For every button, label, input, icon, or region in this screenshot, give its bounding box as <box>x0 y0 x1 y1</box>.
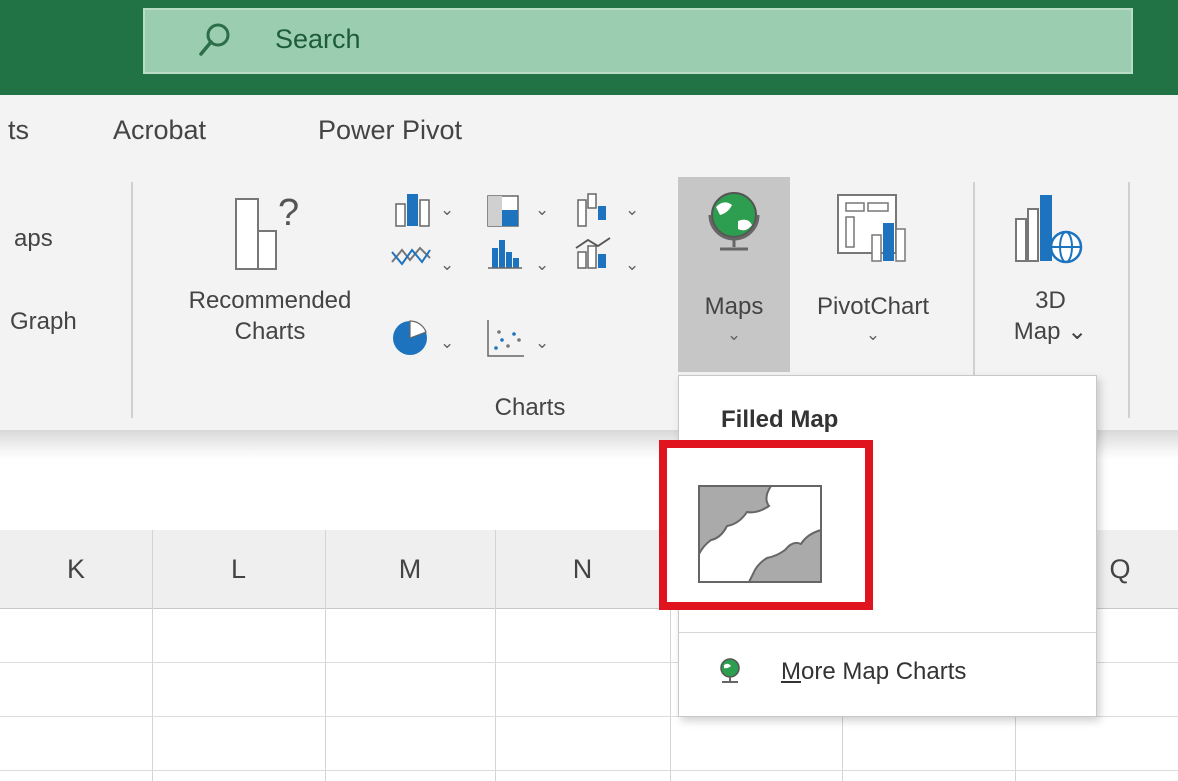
pivotchart-chevron: ⌄ <box>865 325 881 344</box>
column-header-n[interactable]: N <box>495 530 670 608</box>
more-maps-globe-icon <box>720 658 740 683</box>
title-bar: Search <box>0 0 1178 95</box>
grid-column-line <box>152 530 153 781</box>
pivotchart-button[interactable]: PivotChart ⌄ <box>792 185 954 375</box>
group-separator <box>131 182 133 418</box>
statistic-chart-dropdown[interactable]: ⌄ <box>535 255 549 275</box>
column-header-l[interactable]: L <box>152 530 325 608</box>
charts-group-label: Charts <box>494 394 566 421</box>
combo-chart-icon <box>575 237 611 269</box>
scatter-chart-icon <box>487 320 524 357</box>
recommended-charts-icon: ? <box>235 192 299 270</box>
waterfall-chart-dropdown[interactable]: ⌄ <box>625 200 639 220</box>
tab-power-pivot[interactable]: Power Pivot <box>318 115 462 146</box>
tab-partial[interactable]: ts <box>8 115 29 146</box>
ribbon-tabs: ts Acrobat Power Pivot <box>0 95 1178 170</box>
maps-chevron: ⌄ <box>726 325 742 344</box>
grid-row-line <box>0 770 1178 771</box>
more-map-charts-mnemonic: M <box>781 658 801 685</box>
line-chart-dropdown[interactable]: ⌄ <box>440 255 454 275</box>
more-map-charts-label-rest: ore Map Charts <box>801 658 967 685</box>
group-separator <box>1128 182 1130 418</box>
filled-map-heading: Filled Map <box>721 406 839 433</box>
recommended-charts-label-2: Charts <box>234 318 306 345</box>
statistic-chart-icon <box>488 240 522 269</box>
ribbon-partial-label-2[interactable]: Graph <box>10 306 77 337</box>
recommended-charts-button[interactable]: ? Recommended Charts <box>160 185 380 365</box>
globe-icon <box>708 192 760 251</box>
pivotchart-icon <box>837 194 906 262</box>
pie-chart-dropdown[interactable]: ⌄ <box>440 333 454 353</box>
search-label: Search <box>275 24 361 54</box>
column-header-m[interactable]: M <box>325 530 495 608</box>
grid-column-line <box>495 530 496 781</box>
hierarchy-chart-icon <box>487 195 519 227</box>
filled-map-option[interactable] <box>659 440 873 610</box>
more-map-charts-label: More Map Charts <box>781 658 966 686</box>
maps-button[interactable]: Maps ⌄ <box>678 177 790 372</box>
tab-acrobat[interactable]: Acrobat <box>113 115 206 146</box>
maps-dropdown: Filled Map More Map Charts <box>659 375 1097 717</box>
search-box[interactable]: Search <box>143 8 1133 74</box>
svg-text:?: ? <box>278 192 299 234</box>
more-map-charts-option[interactable]: More Map Charts <box>679 642 1096 708</box>
pie-chart-icon <box>393 320 427 355</box>
combo-chart-dropdown[interactable]: ⌄ <box>625 255 639 275</box>
3d-map-icon <box>1015 195 1083 264</box>
column-header-q[interactable]: Q <box>1095 530 1145 608</box>
column-chart-icon <box>395 194 430 227</box>
dropdown-separator <box>679 632 1096 633</box>
recommended-charts-label-1: Recommended <box>188 287 352 314</box>
waterfall-chart-icon <box>577 193 606 227</box>
column-header-k[interactable]: K <box>0 530 152 608</box>
3d-map-label-2: Map ⌄ <box>1013 318 1088 345</box>
scatter-chart-dropdown[interactable]: ⌄ <box>535 333 549 353</box>
filled-map-icon <box>698 485 822 583</box>
column-chart-dropdown[interactable]: ⌄ <box>440 200 454 220</box>
maps-label: Maps <box>704 293 764 320</box>
line-chart-icon <box>391 246 431 266</box>
pivotchart-label: PivotChart <box>816 293 930 320</box>
3d-map-label-1: 3D <box>1035 287 1066 314</box>
grid-column-line <box>325 530 326 781</box>
search-icon <box>199 23 230 56</box>
ribbon-partial-label-1[interactable]: aps <box>14 223 53 254</box>
hierarchy-chart-dropdown[interactable]: ⌄ <box>535 200 549 220</box>
3d-map-button[interactable]: 3D Map ⌄ <box>988 185 1113 375</box>
